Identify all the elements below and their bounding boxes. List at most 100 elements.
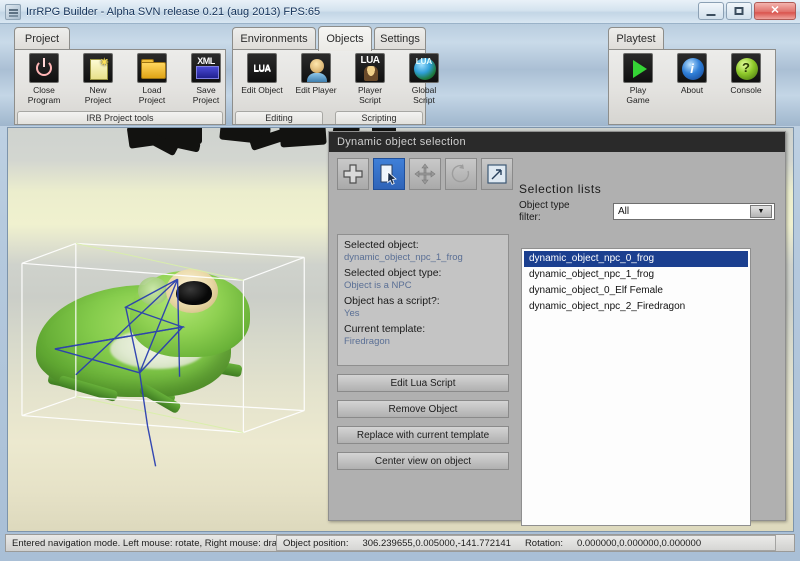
lua-player-script-icon: LUA (355, 53, 385, 83)
rotation-label: Rotation: (525, 538, 563, 549)
selection-lists-title: Selection lists (519, 182, 601, 196)
info-key-object-type: Selected object type: (344, 267, 502, 280)
tab-objects[interactable]: Objects (318, 26, 372, 51)
tab-project[interactable]: Project (14, 27, 70, 50)
ribbon: Project Environments Objects Settings Pl… (0, 24, 800, 126)
tab-settings[interactable]: Settings (374, 27, 426, 50)
player-script-button[interactable]: LUA PlayerScript (344, 53, 396, 105)
edit-player-label: Edit Player (289, 85, 343, 95)
replace-with-template-button[interactable]: Replace with current template (337, 426, 509, 444)
panel-playtest: PlayGame i About ? Console (608, 49, 776, 125)
object-position-label: Object position: (277, 538, 348, 549)
load-project-label: LoadProject (125, 85, 179, 105)
group-label-scripting: Scripting (335, 111, 423, 124)
info-key-selected-object: Selected object: (344, 239, 502, 252)
object-type-filter-value: All (614, 206, 629, 217)
dynamic-object-selection-dialog: Dynamic object selection (328, 131, 786, 521)
lua-globe-icon: LUA (409, 53, 439, 83)
status-bar-transform: Object position: 306.239655,0.005000,-14… (276, 535, 776, 551)
move-arrows-icon (414, 163, 436, 185)
play-icon (623, 53, 653, 83)
about-button[interactable]: i About (666, 53, 718, 95)
about-label: About (665, 85, 719, 95)
title-bar: IrrRPG Builder - Alpha SVN release 0.21 … (0, 0, 800, 24)
maximize-button[interactable] (726, 2, 752, 20)
scale-object-tool[interactable] (481, 158, 513, 190)
application-window: IrrRPG Builder - Alpha SVN release 0.21 … (0, 0, 800, 561)
xml-save-icon: XML (191, 53, 221, 83)
selected-object-info-panel: Selected object: dynamic_object_npc_1_fr… (337, 234, 509, 366)
object-position-value: 306.239655,0.005000,-141.772141 (362, 538, 510, 549)
tab-playtest[interactable]: Playtest (608, 27, 664, 50)
info-value-current-template: Firedragon (344, 336, 502, 348)
chevron-down-icon[interactable]: ▼ (750, 205, 772, 218)
window-controls: ✕ (698, 2, 796, 20)
edit-lua-script-button[interactable]: Edit Lua Script (337, 374, 509, 392)
group-label-irb-project-tools: IRB Project tools (17, 111, 223, 124)
list-item[interactable]: dynamic_object_npc_0_frog (524, 251, 748, 267)
edit-object-label: Edit Object (235, 85, 289, 95)
console-button[interactable]: ? Console (720, 53, 772, 95)
close-button[interactable]: ✕ (754, 2, 796, 20)
select-object-tool[interactable] (373, 158, 405, 190)
play-game-label: PlayGame (611, 85, 665, 105)
object-list[interactable]: dynamic_object_npc_0_frog dynamic_object… (521, 248, 751, 526)
console-label: Console (719, 85, 773, 95)
info-value-object-type: Object is a NPC (344, 280, 502, 292)
object-type-filter-select[interactable]: All ▼ (613, 203, 775, 220)
info-value-has-script: Yes (344, 308, 502, 320)
global-script-label: GlobalScript (397, 85, 451, 105)
plus-icon (342, 163, 364, 185)
minimize-button[interactable] (698, 2, 724, 20)
new-project-label: NewProject (71, 85, 125, 105)
close-program-button[interactable]: CloseProgram (18, 53, 70, 105)
scale-icon (486, 163, 508, 185)
new-project-button[interactable]: NewProject (72, 53, 124, 105)
player-icon (301, 53, 331, 83)
xml-icon-text: XML (192, 56, 220, 66)
list-item[interactable]: dynamic_object_npc_1_frog (524, 267, 748, 283)
question-console-icon: ? (731, 53, 761, 83)
info-icon: i (677, 53, 707, 83)
dialog-title: Dynamic object selection (329, 132, 785, 152)
global-script-button[interactable]: LUA GlobalScript (398, 53, 450, 105)
info-key-current-template: Current template: (344, 323, 502, 336)
tab-environments[interactable]: Environments (232, 27, 316, 50)
lua-disabled-icon: LUA (247, 53, 277, 83)
window-title: IrrRPG Builder - Alpha SVN release 0.21 … (26, 6, 320, 18)
load-project-button[interactable]: LoadProject (126, 53, 178, 105)
rotation-value: 0.000000,0.000000,0.000000 (577, 538, 701, 549)
power-icon (29, 53, 59, 83)
close-program-label: CloseProgram (17, 85, 71, 105)
panel-project: CloseProgram NewProject LoadProject XML … (14, 49, 226, 125)
app-icon (5, 4, 21, 20)
rotate-object-tool[interactable] (445, 158, 477, 190)
rotate-icon (450, 163, 472, 185)
dialog-toolbar (337, 158, 513, 190)
player-script-label: PlayerScript (343, 85, 397, 105)
lua-icon-text: LUA (356, 55, 384, 66)
remove-object-button[interactable]: Remove Object (337, 400, 509, 418)
panel-objects: LUA Edit Object Edit Player LUA PlayerSc… (232, 49, 426, 125)
frog-object (18, 233, 278, 463)
info-icon-text: i (678, 61, 706, 76)
folder-icon (137, 53, 167, 83)
frog-pupil (176, 281, 212, 305)
edit-object-button[interactable]: LUA Edit Object (236, 53, 288, 95)
list-item[interactable]: dynamic_object_npc_2_Firedragon (524, 299, 748, 315)
move-object-tool[interactable] (409, 158, 441, 190)
save-project-button[interactable]: XML SaveProject (180, 53, 232, 105)
ribbon-tab-row: Project Environments Objects Settings Pl… (0, 24, 800, 50)
globe-lua-text: LUA (410, 57, 438, 66)
center-view-on-object-button[interactable]: Center view on object (337, 452, 509, 470)
add-object-tool[interactable] (337, 158, 369, 190)
console-icon-text: ? (732, 60, 760, 75)
play-game-button[interactable]: PlayGame (612, 53, 664, 105)
group-label-editing: Editing (235, 111, 323, 124)
object-type-filter-label: Object type filter: (519, 200, 594, 224)
list-item[interactable]: dynamic_object_0_Elf Female (524, 283, 748, 299)
frog-eye-secondary (138, 277, 168, 305)
select-cursor-icon (378, 163, 400, 185)
info-key-has-script: Object has a script?: (344, 295, 502, 308)
edit-player-button[interactable]: Edit Player (290, 53, 342, 95)
